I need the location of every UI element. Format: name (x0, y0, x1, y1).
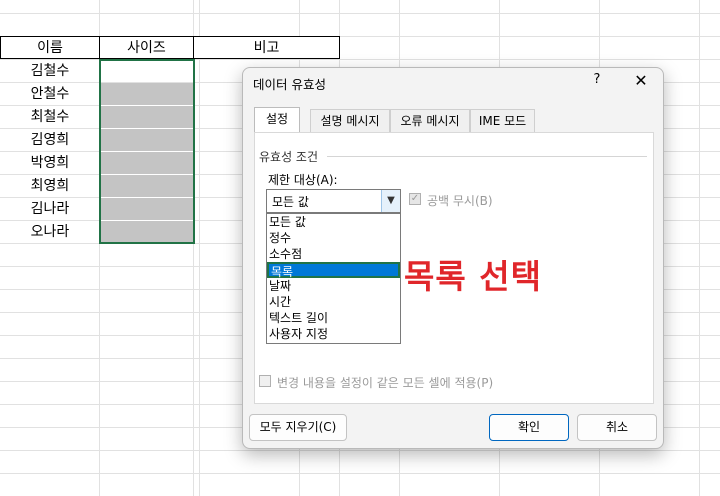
option-text-length[interactable]: 텍스트 길이 (267, 310, 400, 326)
allow-options-list[interactable]: 모든 값 정수 소수점 목록 날짜 시간 텍스트 길이 사용자 지정 (266, 213, 401, 344)
tab-input-message[interactable]: 설명 메시지 (310, 109, 390, 132)
allow-label: 제한 대상(A): (268, 173, 338, 187)
selected-range (99, 59, 195, 244)
tab-error-alert[interactable]: 오류 메시지 (390, 109, 470, 132)
cancel-button[interactable]: 취소 (577, 414, 657, 441)
option-whole-number[interactable]: 정수 (267, 230, 400, 246)
tab-ime-mode[interactable]: IME 모드 (470, 109, 535, 132)
option-any-value[interactable]: 모든 값 (267, 214, 400, 230)
name-cell[interactable]: 안철수 (0, 83, 100, 106)
tab-settings[interactable]: 설정 (254, 107, 300, 133)
option-custom[interactable]: 사용자 지정 (267, 326, 400, 342)
header-note[interactable]: 비고 (193, 36, 340, 59)
apply-all-label: 변경 내용을 설정이 같은 모든 셀에 적용(P) (277, 376, 494, 390)
clear-all-button[interactable]: 모두 지우기(C) (249, 414, 347, 441)
validation-criteria-label: 유효성 조건 (259, 150, 319, 164)
name-cell[interactable]: 최철수 (0, 106, 100, 129)
header-name[interactable]: 이름 (0, 36, 100, 59)
name-cell[interactable]: 박영희 (0, 152, 100, 175)
close-icon[interactable]: ✕ (633, 71, 649, 90)
ignore-blank-checkbox[interactable]: ✓ (409, 193, 421, 205)
header-note-text: 비고 (253, 40, 280, 56)
name-cell[interactable]: 김영희 (0, 129, 100, 152)
chevron-down-icon[interactable]: ▼ (381, 190, 400, 212)
annotation-select-list: 목록 선택 (404, 257, 542, 296)
option-date[interactable]: 날짜 (267, 278, 400, 294)
header-name-text: 이름 (37, 40, 63, 56)
header-size-text: 사이즈 (127, 40, 166, 56)
name-cell[interactable]: 김나라 (0, 198, 100, 221)
name-cell[interactable]: 오나라 (0, 221, 100, 244)
ignore-blank-label: 공백 무시(B) (427, 194, 493, 208)
ok-button[interactable]: 확인 (489, 414, 569, 441)
option-decimal[interactable]: 소수점 (267, 246, 400, 262)
group-divider (327, 156, 647, 157)
header-size[interactable]: 사이즈 (99, 36, 194, 59)
allow-dropdown[interactable]: 모든 값 ▼ (266, 189, 401, 213)
apply-all-checkbox[interactable] (259, 375, 271, 387)
dialog-title: 데이터 유효성 (253, 77, 326, 92)
help-button[interactable]: ? (590, 72, 604, 87)
option-list[interactable]: 목록 (267, 262, 400, 279)
name-cell[interactable]: 최영희 (0, 175, 100, 198)
option-time[interactable]: 시간 (267, 294, 400, 310)
name-cell[interactable]: 김철수 (0, 60, 100, 83)
allow-dropdown-value: 모든 값 (272, 195, 309, 209)
